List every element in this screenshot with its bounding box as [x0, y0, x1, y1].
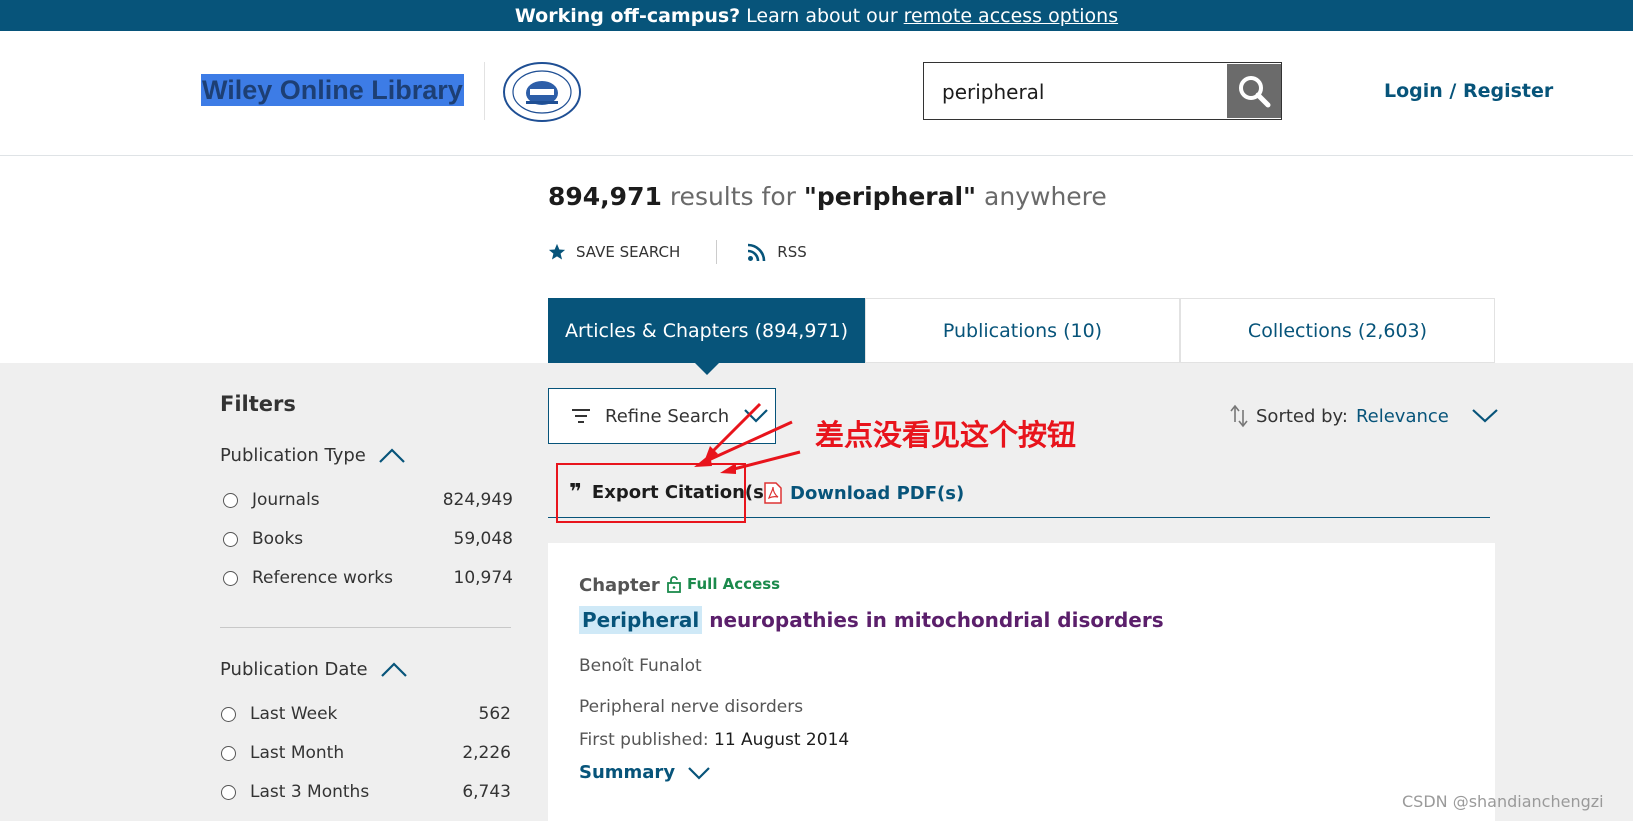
rss-button[interactable]: RSS: [747, 242, 807, 262]
radio-icon[interactable]: [221, 745, 236, 761]
filters-title: Filters: [220, 392, 296, 416]
title-highlight: Peripheral: [579, 606, 703, 634]
results-query: "peripheral": [803, 182, 977, 211]
radio-icon[interactable]: [223, 531, 238, 547]
search-input[interactable]: [942, 78, 1222, 106]
result-title-link[interactable]: Peripheral neuropathies in mitochondrial…: [579, 606, 1164, 634]
summary-toggle[interactable]: Summary: [579, 762, 711, 783]
chevron-up-icon: [380, 661, 407, 677]
sort-control[interactable]: Sorted by: Relevance: [1230, 404, 1499, 428]
filter-last-3-months[interactable]: Last 3 Months 6,743: [221, 782, 511, 802]
sort-arrows-icon: [1230, 404, 1248, 428]
result-published: First published: 11 August 2014: [579, 730, 849, 750]
filter-last-week[interactable]: Last Week 562: [221, 704, 511, 724]
filter-lines-icon: [572, 409, 590, 423]
filter-count: 2,226: [462, 743, 511, 763]
csdn-watermark: CSDN @shandianchengzi: [1402, 792, 1604, 811]
filter-name: Last Month: [250, 743, 345, 763]
unlock-icon: [667, 576, 681, 593]
logo-divider: [484, 62, 485, 120]
filter-reference-works[interactable]: Reference works 10,974: [223, 568, 513, 588]
publication-type-title: Publication Type: [220, 445, 366, 466]
remote-access-banner: Working off-campus? Learn about our remo…: [0, 0, 1633, 31]
filter-name: Books: [252, 529, 304, 549]
published-label: First published:: [579, 730, 709, 750]
save-search-button[interactable]: SAVE SEARCH: [548, 243, 680, 261]
tab-articles-chapters[interactable]: Articles & Chapters (894,971): [548, 298, 865, 363]
rss-label: RSS: [777, 243, 807, 261]
rss-icon: [748, 243, 766, 262]
radio-icon[interactable]: [223, 570, 238, 586]
results-count: 894,971: [548, 182, 662, 211]
result-author[interactable]: Benoît Funalot: [579, 656, 702, 676]
results-summary: 894,971 results for "peripheral" anywher…: [548, 182, 1107, 211]
tools-divider: [716, 240, 718, 264]
sorted-by-value: Relevance: [1355, 405, 1449, 427]
result-type: Chapter: [579, 575, 660, 596]
filter-name: Last Week: [250, 704, 338, 724]
result-source[interactable]: Peripheral nerve disorders: [579, 697, 803, 717]
filter-count: 59,048: [453, 529, 513, 549]
tab-collections[interactable]: Collections (2,603): [1180, 298, 1495, 363]
published-date: 11 August 2014: [714, 730, 850, 750]
title-rest: neuropathies in mitochondrial disorders: [709, 608, 1164, 632]
filter-name: Reference works: [252, 568, 394, 588]
save-search-label: SAVE SEARCH: [576, 243, 681, 261]
filter-count: 10,974: [453, 568, 513, 588]
filter-journals[interactable]: Journals 824,949: [223, 490, 513, 510]
publication-type-toggle[interactable]: Publication Type: [220, 445, 406, 466]
banner-bold-text: Working off-campus?: [514, 4, 741, 27]
login-register-link[interactable]: Login / Register: [1384, 80, 1553, 102]
access-label: Full Access: [687, 575, 781, 593]
annotation-text: 差点没看见这个按钮: [815, 418, 1077, 452]
search-tools: SAVE SEARCH RSS: [548, 240, 807, 264]
active-tab-indicator: [694, 362, 720, 375]
filter-books[interactable]: Books 59,048: [223, 529, 513, 549]
remote-access-link[interactable]: remote access options: [904, 5, 1118, 27]
filter-last-month[interactable]: Last Month 2,226: [221, 743, 511, 763]
download-pdfs-button[interactable]: Download PDF(s): [764, 482, 964, 504]
institution-seal-icon: [503, 62, 581, 122]
publication-date-toggle[interactable]: Publication Date: [220, 659, 408, 680]
radio-icon[interactable]: [221, 706, 236, 722]
chevron-down-icon: [688, 766, 710, 780]
filter-divider: [220, 627, 511, 628]
radio-icon[interactable]: [223, 492, 238, 508]
radio-icon[interactable]: [221, 784, 236, 800]
chevron-down-icon: [1472, 409, 1498, 423]
site-logo[interactable]: Wiley Online Library: [201, 74, 464, 106]
access-badge: Full Access: [667, 575, 780, 593]
filter-count: 562: [478, 704, 511, 724]
tab-publications[interactable]: Publications (10): [865, 298, 1180, 363]
results-scope: anywhere: [984, 182, 1107, 211]
filter-count: 6,743: [462, 782, 511, 802]
pdf-icon: [764, 482, 782, 504]
filter-count: 824,949: [442, 490, 513, 510]
sorted-by-label: Sorted by:: [1256, 405, 1348, 427]
filter-name: Last 3 Months: [250, 782, 370, 802]
search-icon: [1239, 76, 1271, 108]
results-for-text: results for: [669, 182, 796, 211]
publication-date-title: Publication Date: [220, 659, 368, 680]
chevron-up-icon: [379, 447, 405, 463]
annotation-arrows-icon: [694, 402, 801, 474]
download-pdfs-label: Download PDF(s): [790, 482, 965, 504]
summary-label: Summary: [579, 762, 676, 783]
banner-text: Learn about our: [746, 4, 898, 27]
star-icon: [548, 243, 566, 260]
search-button[interactable]: [1227, 64, 1281, 118]
filter-name: Journals: [252, 490, 320, 510]
